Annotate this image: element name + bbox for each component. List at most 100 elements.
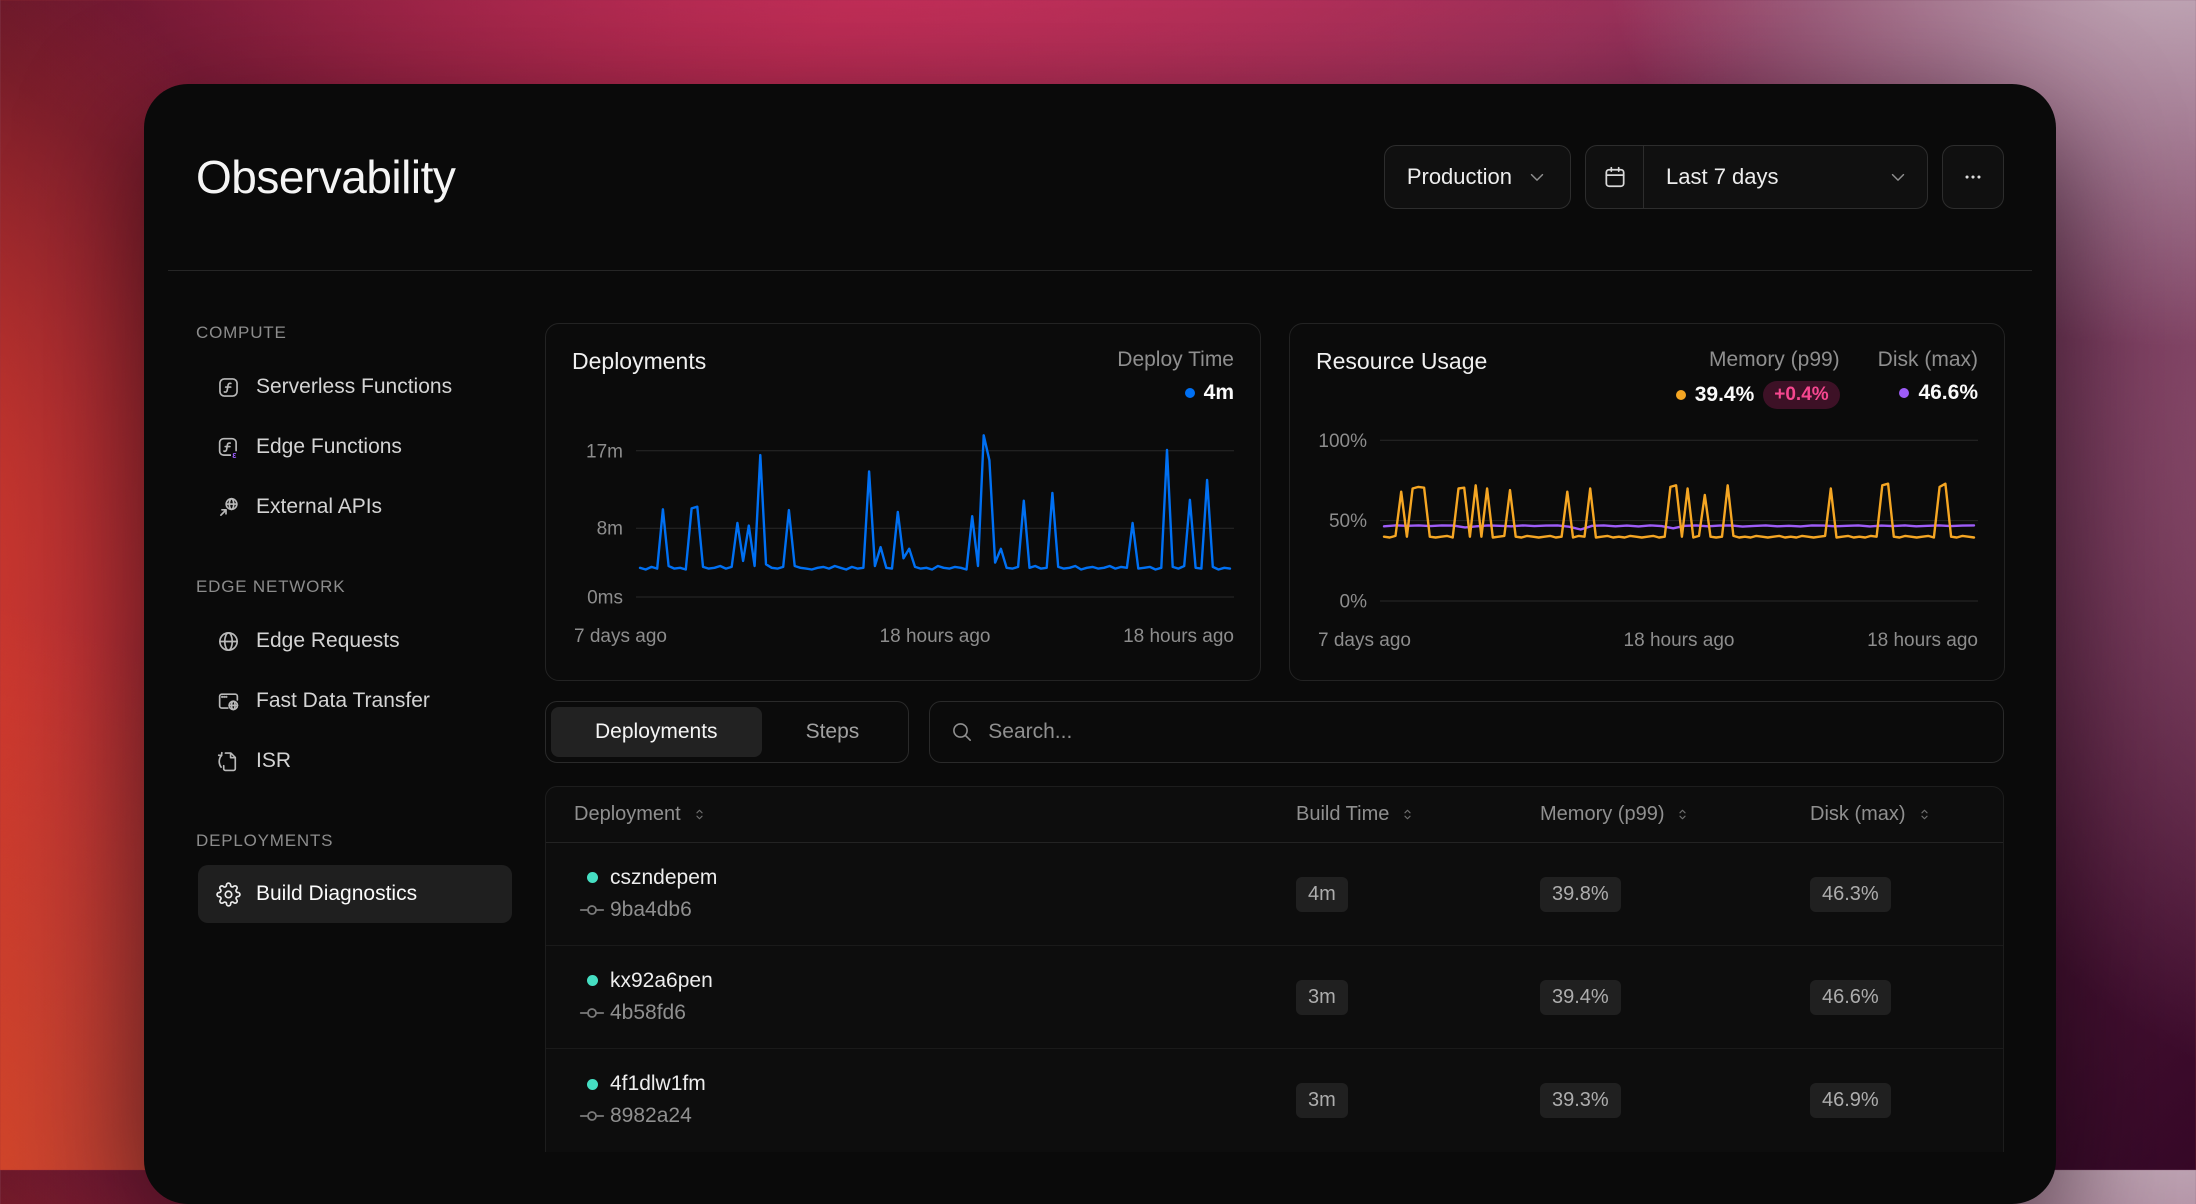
svg-text:18 hours ago: 18 hours ago (1867, 630, 1978, 651)
memory-value: 39.8% (1540, 877, 1621, 912)
search-box[interactable] (929, 701, 2004, 763)
deployment-name: kx92a6pen (610, 969, 713, 993)
tab-deployments[interactable]: Deployments (551, 707, 762, 757)
function-icon (216, 375, 241, 400)
commit-icon (579, 1103, 605, 1129)
search-icon (950, 720, 974, 744)
sidebar-item-build-diagnostics[interactable]: Build Diagnostics (198, 865, 512, 923)
status-dot (587, 1079, 598, 1090)
table-row[interactable]: cszndepem 9ba4db6 4m 39.8% 46.3% (546, 843, 2003, 946)
sidebar-item-external-apis[interactable]: External APIs (196, 477, 516, 537)
commit-icon (579, 897, 605, 923)
build-time-value: 4m (1296, 877, 1348, 912)
column-header-deployment[interactable]: Deployment (546, 803, 1296, 826)
sidebar-item-label: Edge Functions (256, 435, 402, 459)
disk-legend: Disk (max) 46.6% (1878, 348, 1978, 409)
sidebar-item-edge-requests[interactable]: Edge Requests (196, 611, 516, 671)
svg-text:18 hours ago: 18 hours ago (1123, 626, 1234, 647)
sidebar-section-compute: COMPUTE (196, 323, 516, 343)
page-title: Observability (196, 150, 1384, 204)
disk-value: 46.3% (1810, 877, 1891, 912)
sidebar-item-isr[interactable]: ISR (196, 731, 516, 791)
resource-usage-chart-card: Resource Usage Memory (p99) 39.4% +0.4% (1289, 323, 2005, 681)
status-dot (587, 872, 598, 883)
sidebar: COMPUTE Serverless Functions Edge Functi… (196, 323, 516, 1152)
column-header-build-time[interactable]: Build Time (1296, 803, 1540, 826)
gear-icon (216, 882, 241, 907)
column-header-disk[interactable]: Disk (max) (1810, 803, 2003, 826)
svg-text:18 hours ago: 18 hours ago (1624, 630, 1735, 651)
table-row[interactable]: kx92a6pen 4b58fd6 3m 39.4% 46.6% (546, 946, 2003, 1049)
date-range-label: Last 7 days (1644, 164, 1887, 190)
table-row[interactable]: 4f1dlw1fm 8982a24 3m 39.3% 46.9% (546, 1049, 2003, 1152)
disk-value: 46.9% (1810, 1083, 1891, 1118)
legend-label: Deploy Time (1117, 348, 1234, 372)
card-title: Deployments (572, 348, 706, 405)
tab-steps[interactable]: Steps (762, 707, 904, 757)
column-header-memory[interactable]: Memory (p99) (1540, 803, 1810, 826)
card-title: Resource Usage (1316, 348, 1487, 409)
legend-value: 39.4% (1695, 383, 1755, 407)
svg-text:50%: 50% (1329, 511, 1367, 532)
sidebar-item-edge-functions[interactable]: Edge Functions (196, 417, 516, 477)
deployments-table: Deployment Build Time Memory (p99) Disk … (545, 786, 2004, 1152)
sidebar-item-label: Edge Requests (256, 629, 400, 653)
build-time-value: 3m (1296, 1083, 1348, 1118)
svg-text:17m: 17m (586, 441, 623, 462)
environment-label: Production (1407, 164, 1512, 190)
memory-value: 39.3% (1540, 1083, 1621, 1118)
svg-text:8m: 8m (597, 519, 623, 540)
search-input[interactable] (988, 720, 1983, 744)
memory-dot (1676, 390, 1686, 400)
deployments-chart-card: Deployments Deploy Time 4m 17m8m0ms7 (545, 323, 1261, 681)
deploy-time-chart[interactable]: 17m8m0ms7 days ago18 hours ago18 hours a… (572, 417, 1236, 649)
table-header-row: Deployment Build Time Memory (p99) Disk … (546, 787, 2003, 843)
chevron-down-icon (1887, 166, 1927, 188)
commit-icon (579, 1000, 605, 1026)
svg-text:7 days ago: 7 days ago (1318, 630, 1411, 651)
observability-window: Observability Production Last 7 days COM… (144, 84, 2056, 1204)
memory-legend: Memory (p99) 39.4% +0.4% (1676, 348, 1840, 409)
legend-label: Memory (p99) (1709, 348, 1840, 372)
more-options-button[interactable] (1942, 145, 2004, 209)
memory-delta-badge: +0.4% (1763, 381, 1839, 409)
commit-hash: 8982a24 (610, 1104, 692, 1128)
commit-hash: 4b58fd6 (610, 1001, 686, 1025)
legend-value: 46.6% (1918, 381, 1978, 405)
svg-text:0ms: 0ms (587, 588, 623, 609)
legend-value: 4m (1204, 381, 1234, 405)
isr-icon (216, 749, 241, 774)
sidebar-item-serverless-functions[interactable]: Serverless Functions (196, 357, 516, 417)
status-dot (587, 975, 598, 986)
build-time-value: 3m (1296, 980, 1348, 1015)
data-transfer-icon (216, 689, 241, 714)
table-tab-group: Deployments Steps (545, 701, 909, 763)
external-api-icon (216, 495, 241, 520)
header: Observability Production Last 7 days (144, 84, 2056, 270)
deploy-time-legend: Deploy Time 4m (1117, 348, 1234, 405)
globe-icon (216, 629, 241, 654)
date-range-dropdown[interactable]: Last 7 days (1585, 145, 1928, 209)
sidebar-section-edge-network: EDGE NETWORK (196, 577, 516, 597)
sidebar-item-fast-data-transfer[interactable]: Fast Data Transfer (196, 671, 516, 731)
sort-icon (1916, 806, 1933, 823)
ellipsis-icon (1962, 166, 1984, 188)
deployment-name: cszndepem (610, 866, 717, 890)
memory-value: 39.4% (1540, 980, 1621, 1015)
svg-text:0%: 0% (1340, 592, 1368, 613)
legend-label: Disk (max) (1878, 348, 1978, 372)
header-controls: Production Last 7 days (1384, 145, 2004, 209)
sidebar-item-label: Build Diagnostics (256, 882, 417, 906)
environment-dropdown[interactable]: Production (1384, 145, 1571, 209)
edge-function-icon (216, 435, 241, 460)
deploy-time-dot (1185, 388, 1195, 398)
sort-icon (1399, 806, 1416, 823)
svg-text:18 hours ago: 18 hours ago (880, 626, 991, 647)
sidebar-section-deployments: DEPLOYMENTS (196, 831, 516, 851)
sidebar-item-label: ISR (256, 749, 291, 773)
calendar-icon[interactable] (1586, 146, 1644, 208)
chevron-down-icon (1526, 166, 1548, 188)
svg-text:100%: 100% (1318, 431, 1367, 452)
sort-icon (691, 806, 708, 823)
resource-usage-chart[interactable]: 100% 50% 0% 7 days ago 18 hours ago 18 hours … (1316, 421, 1980, 653)
